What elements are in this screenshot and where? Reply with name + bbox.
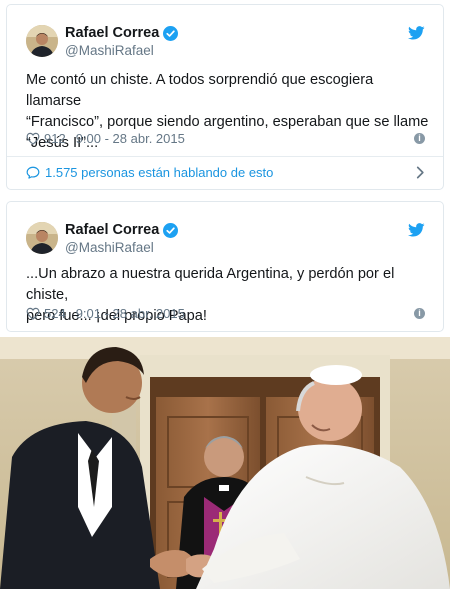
heart-icon[interactable] (26, 132, 40, 145)
tweet-text-line: ...Un abrazo a nuestra querida Argentina… (26, 266, 395, 303)
attached-photo (0, 337, 450, 589)
tweet-card-1[interactable]: Rafael Correa @MashiRafael Me contó un c… (6, 4, 444, 190)
tweet-meta: 524 9:01 - 28 abr. 2015 (26, 306, 185, 321)
verified-badge-icon (163, 25, 179, 41)
chevron-right-icon[interactable] (416, 166, 425, 179)
author-handle[interactable]: @MashiRafael (65, 43, 154, 58)
tweet-meta: 912 9:00 - 28 abr. 2015 (26, 131, 185, 146)
tweet-timestamp[interactable]: 9:00 - 28 abr. 2015 (76, 131, 185, 146)
twitter-bird-icon[interactable] (408, 26, 425, 40)
conversation-link[interactable]: 1.575 personas están hablando de esto (26, 165, 273, 180)
avatar[interactable] (26, 222, 58, 254)
verified-badge-icon (163, 222, 179, 238)
like-count[interactable]: 912 (44, 131, 66, 146)
tweet-card-2[interactable]: Rafael Correa @MashiRafael ...Un abrazo … (6, 201, 444, 332)
avatar[interactable] (26, 25, 58, 57)
photo-illustration (0, 337, 450, 589)
like-count[interactable]: 524 (44, 306, 66, 321)
info-icon[interactable]: i (414, 308, 425, 319)
tweet-text-line: Me contó un chiste. A todos sorprendió q… (26, 72, 374, 109)
tweet-text-line: “Francisco”, porque siendo argentino, es… (26, 114, 429, 130)
author-name[interactable]: Rafael Correa (65, 25, 159, 41)
speech-bubble-icon (26, 166, 40, 179)
conversation-text[interactable]: 1.575 personas están hablando de esto (45, 165, 273, 180)
author-name[interactable]: Rafael Correa (65, 222, 159, 238)
author-handle[interactable]: @MashiRafael (65, 240, 154, 255)
twitter-bird-icon[interactable] (408, 223, 425, 237)
info-icon[interactable]: i (414, 133, 425, 144)
heart-icon[interactable] (26, 307, 40, 320)
divider (7, 156, 443, 157)
tweet-timestamp[interactable]: 9:01 - 28 abr. 2015 (76, 306, 185, 321)
